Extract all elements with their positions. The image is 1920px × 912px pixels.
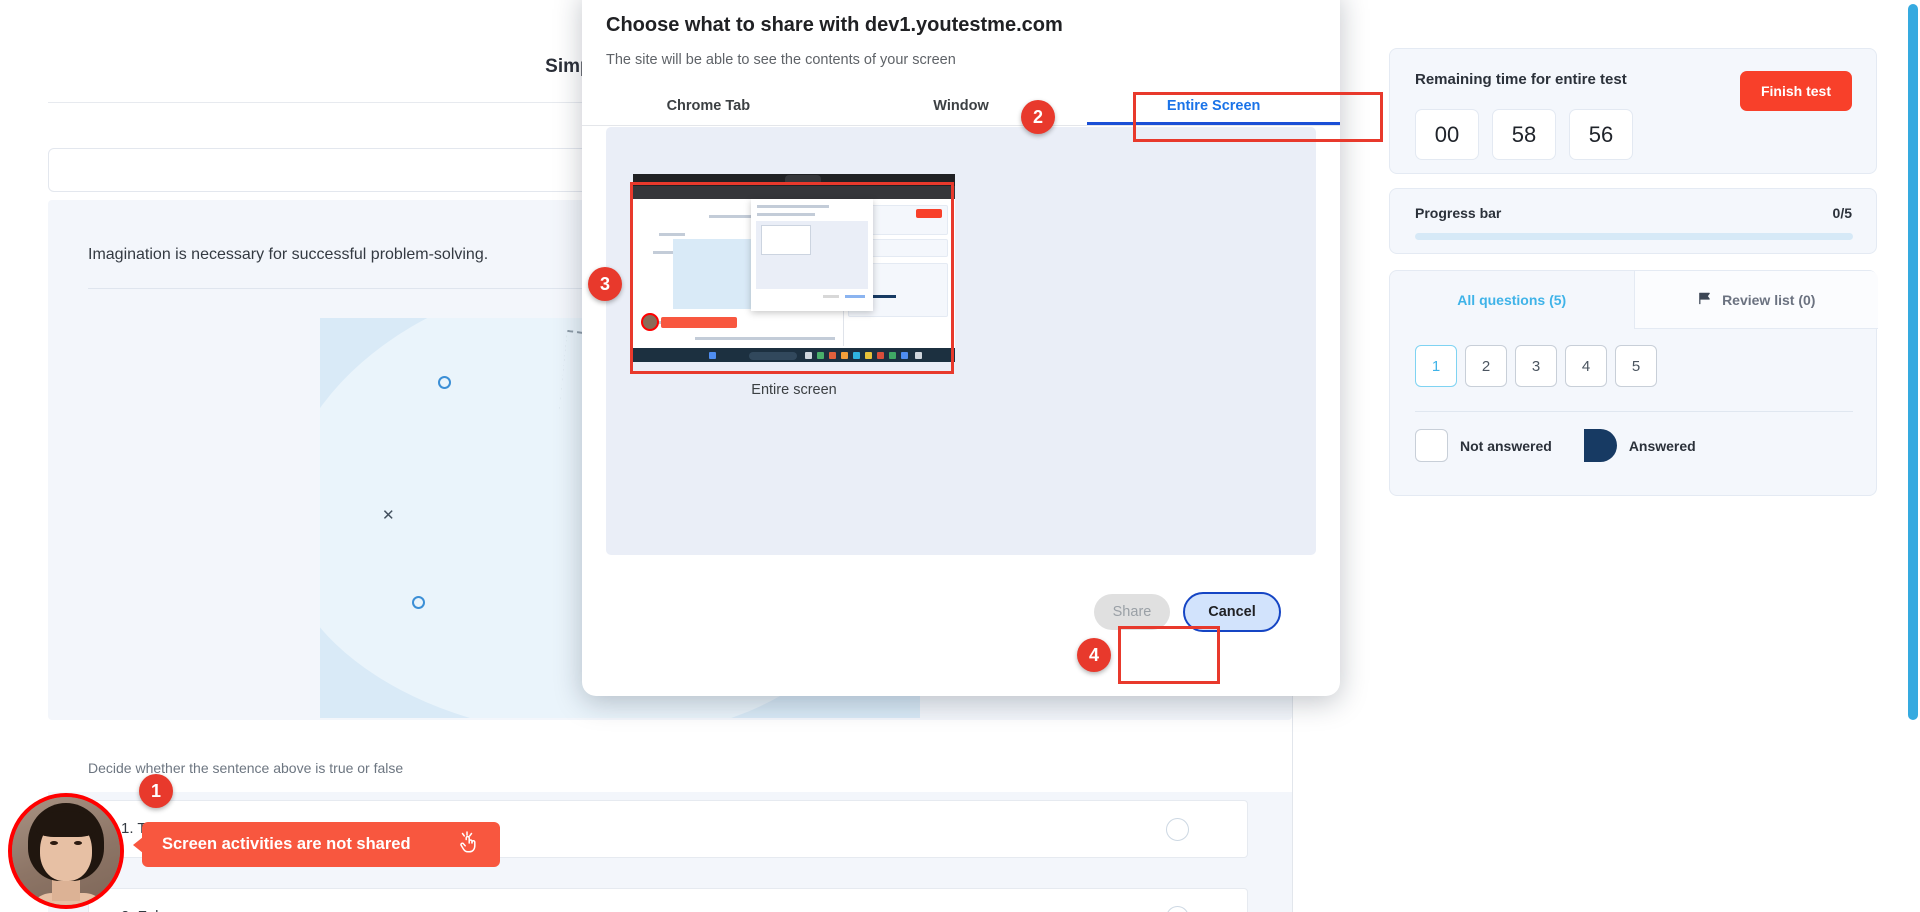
answer-option-label: 2. False <box>121 908 174 912</box>
timer-minutes: 58 <box>1492 109 1556 160</box>
mini-dialog-body <box>756 221 868 289</box>
annotation-badge-3: 3 <box>588 267 622 301</box>
question-nav-card: All questions (5) Review list (0) 1 2 3 … <box>1389 270 1878 496</box>
timer-hours: 00 <box>1415 109 1479 160</box>
question-number-list: 1 2 3 4 5 <box>1415 345 1657 387</box>
answer-instruction: Decide whether the sentence above is tru… <box>88 760 404 776</box>
screen-share-warning-toast[interactable]: Screen activities are not shared <box>133 822 500 867</box>
screen-root: Simple proctoring test Question 1/5 Imag… <box>0 0 1920 912</box>
cancel-button[interactable]: Cancel <box>1183 592 1281 632</box>
mini-share-dialog <box>751 199 873 311</box>
hand-tap-icon <box>456 829 480 860</box>
decorative-ring-icon <box>412 596 425 609</box>
question-number-button[interactable]: 1 <box>1415 345 1457 387</box>
flag-icon <box>1697 291 1712 309</box>
dialog-tabs: Chrome Tab Window Entire Screen <box>582 86 1340 126</box>
progress-label: Progress bar <box>1415 205 1502 221</box>
timer-label: Remaining time for entire test <box>1415 71 1627 88</box>
question-number-button[interactable]: 3 <box>1515 345 1557 387</box>
question-number-button[interactable]: 2 <box>1465 345 1507 387</box>
tab-review-list[interactable]: Review list (0) <box>1633 271 1878 329</box>
mini-chrome-toolbar <box>633 186 955 199</box>
timer-boxes: 00 58 56 <box>1415 109 1633 160</box>
decorative-x-icon: ✕ <box>382 507 395 524</box>
mini-dialog-thumbnail <box>761 225 811 255</box>
answer-option-false[interactable]: 2. False <box>88 888 1248 912</box>
tab-entire-screen[interactable]: Entire Screen <box>1087 86 1340 125</box>
mini-toast <box>661 317 737 328</box>
progress-bar-track <box>1415 233 1853 240</box>
webcam-fringe <box>36 811 96 837</box>
progress-card: Progress bar 0/5 <box>1389 188 1877 254</box>
entire-screen-thumbnail[interactable] <box>633 174 955 362</box>
answer-radio-true[interactable] <box>1166 818 1189 841</box>
legend-not-answered-label: Not answered <box>1460 437 1552 454</box>
question-number-button[interactable]: 5 <box>1615 345 1657 387</box>
annotation-badge-1: 1 <box>139 774 173 808</box>
legend-answered-swatch <box>1583 429 1617 462</box>
question-statement: Imagination is necessary for successful … <box>88 246 489 263</box>
thumbnail-preview-image <box>633 174 955 362</box>
question-number-button[interactable]: 4 <box>1565 345 1607 387</box>
timer-card: Remaining time for entire test 00 58 56 … <box>1389 48 1877 174</box>
mini-taskbar <box>633 348 955 362</box>
tab-review-list-label: Review list (0) <box>1722 291 1816 308</box>
legend-answered-label: Answered <box>1628 437 1696 454</box>
dialog-source-list: Entire screen <box>606 127 1316 555</box>
page-scrollbar[interactable] <box>1906 0 1920 912</box>
webcam-eye <box>50 841 58 845</box>
thumbnail-caption: Entire screen <box>751 382 837 398</box>
mini-webcam <box>641 313 659 331</box>
finish-test-button[interactable]: Finish test <box>1740 71 1852 111</box>
dialog-title: Choose what to share with dev1.youtestme… <box>606 14 1063 36</box>
mini-chrome-titlebar <box>633 174 955 186</box>
timer-seconds: 56 <box>1569 109 1633 160</box>
mini-active-tab <box>785 175 821 185</box>
page-scrollbar-thumb[interactable] <box>1908 4 1918 720</box>
decorative-ring-icon <box>438 376 451 389</box>
answer-radio-false[interactable] <box>1166 906 1189 912</box>
proctoring-webcam-preview[interactable] <box>8 793 124 909</box>
mini-page <box>633 199 955 354</box>
webcam-eye <box>74 841 82 845</box>
legend-not-answered-swatch <box>1415 429 1448 462</box>
dialog-subtitle: The site will be able to see the content… <box>606 52 956 68</box>
annotation-badge-4: 4 <box>1077 638 1111 672</box>
progress-count: 0/5 <box>1832 205 1852 221</box>
legend-divider <box>1415 411 1853 412</box>
tab-all-questions[interactable]: All questions (5) <box>1390 271 1634 329</box>
tab-chrome-tab[interactable]: Chrome Tab <box>582 86 835 125</box>
annotation-badge-2: 2 <box>1021 100 1055 134</box>
nav-tabs: All questions (5) Review list (0) <box>1390 271 1878 329</box>
screen-share-dialog: Choose what to share with dev1.youtestme… <box>582 0 1340 696</box>
toast-message: Screen activities are not shared <box>162 835 411 853</box>
exam-sidebar: Remaining time for entire test 00 58 56 … <box>1293 0 1905 912</box>
share-button[interactable]: Share <box>1094 594 1170 630</box>
status-legend: Not answered Answered <box>1415 429 1696 462</box>
tab-all-questions-label: All questions (5) <box>1457 292 1567 308</box>
